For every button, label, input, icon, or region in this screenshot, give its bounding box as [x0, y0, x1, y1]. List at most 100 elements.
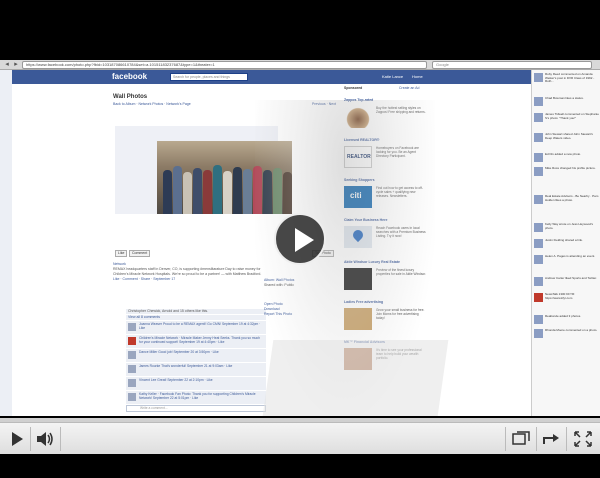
ticker-text: Realtonde added 3 photos. [545, 315, 582, 318]
realtor-logo[interactable]: REALTOR [344, 146, 372, 168]
map-pin-icon[interactable] [344, 226, 372, 248]
comment-text: Children's Miracle Network · Miracle Mak… [139, 336, 260, 344]
screen-size-icon[interactable] [510, 429, 532, 449]
ad-title[interactable]: Seeking Shoppers [344, 178, 429, 183]
photo-figure [243, 169, 252, 214]
photo-figure [183, 172, 192, 214]
ad-title[interactable]: Aktie Windsor Luxury Real Estate [344, 260, 429, 265]
ad-item[interactable]: Licensed REALTOR® REALTOR Homebuyers on … [344, 138, 429, 168]
report-photo-link[interactable]: Report This Photo [264, 312, 324, 317]
ticker-item[interactable]: Andrew Carter liked Sports and Twitter. [532, 276, 600, 292]
ad-image[interactable] [344, 268, 372, 290]
avatar[interactable] [534, 293, 543, 302]
separator [60, 427, 61, 451]
ad-title[interactable]: Licensed REALTOR® [344, 138, 429, 143]
ad-item[interactable]: Ladies Free advertising Grow your small … [344, 300, 429, 330]
avatar[interactable] [534, 167, 543, 176]
profile-link[interactable]: Katie Lance [382, 74, 403, 79]
facebook-search-input[interactable]: Search for people, places and things [170, 73, 248, 81]
laptop-overlay [262, 340, 449, 416]
avatar[interactable] [534, 255, 543, 264]
comment-text: Vincent Lee Great! September 22 at 2:10p… [139, 378, 213, 382]
avatar[interactable] [128, 365, 136, 373]
play-button[interactable] [274, 213, 326, 265]
share-icon[interactable] [540, 429, 562, 449]
group-photo[interactable] [157, 141, 292, 214]
address-bar[interactable]: https://www.facebook.com/photo.php?fbid=… [22, 61, 427, 69]
avatar[interactable] [128, 337, 136, 345]
separator [566, 427, 567, 451]
photo-pager[interactable]: Previous · Next [312, 102, 336, 106]
photo-figure [223, 171, 232, 214]
ticker-item[interactable]: Mike Ross changed his profile picture. [532, 166, 600, 182]
avatar[interactable] [534, 133, 543, 142]
write-comment-input[interactable]: Write a comment... [126, 405, 266, 412]
photo-figure [163, 170, 172, 214]
ad-title[interactable]: Zappos Top-rated [344, 98, 429, 103]
avatar[interactable] [534, 153, 543, 162]
ticker-item[interactable]: Chad Bowman likes a status. [532, 96, 600, 112]
ticker-item[interactable]: Kelly Way wrote on Jess Heywood's photo. [532, 222, 600, 238]
photo-figure [203, 170, 212, 214]
ticker-item[interactable]: Helen A. Pages is attending an event. [532, 254, 600, 270]
left-gutter [0, 70, 12, 416]
like-button[interactable]: Like [115, 250, 128, 257]
home-link[interactable]: Home [412, 74, 423, 79]
ticker-item[interactable]: NewsTalk 1300 KFYR: https://www.kfyr.com [532, 292, 600, 308]
caption-actions[interactable]: Like · Comment · Share · September 17 [113, 277, 263, 282]
ad-body: Grow your small business for free. Join … [376, 308, 425, 320]
ticker-text: Kelly Way wrote on Jess Heywood's photo. [545, 223, 593, 230]
privacy-label: Shared with: Public [264, 283, 294, 287]
avatar[interactable] [534, 113, 543, 122]
letterbox-top [0, 0, 600, 60]
facebook-logo[interactable]: facebook [112, 72, 147, 81]
avatar[interactable] [128, 393, 136, 401]
browser-search-input[interactable]: Google [432, 61, 592, 69]
ad-body: Reach Facebook users in local searches w… [376, 226, 426, 238]
ad-item[interactable]: Seeking Shoppers citi Find out how to ge… [344, 178, 429, 208]
ticker-text: Rhonda Moore commented on a photo. [545, 329, 598, 332]
ticker-item[interactable]: Justin Fielding shared a link. [532, 238, 600, 254]
create-ad-link[interactable]: Create an Ad [399, 86, 419, 91]
avatar[interactable] [534, 73, 543, 82]
avatar[interactable] [534, 239, 543, 248]
ad-item[interactable]: Zappos Top-rated Buy the hottest selling… [344, 98, 429, 128]
photo-figure [233, 167, 242, 214]
fullscreen-icon[interactable] [572, 429, 594, 449]
avatar[interactable] [534, 277, 543, 286]
avatar[interactable] [534, 223, 543, 232]
avatar[interactable] [128, 379, 136, 387]
photo-figure [273, 168, 282, 214]
ticker-item[interactable]: Ruby Reed commented on Amanda Weiker's p… [532, 72, 600, 88]
avatar[interactable] [128, 351, 136, 359]
ad-title[interactable]: Ladies Free advertising [344, 300, 429, 305]
ad-title[interactable]: Claim Your Business Here [344, 218, 429, 223]
avatar[interactable] [534, 329, 543, 338]
avatar[interactable] [534, 195, 543, 204]
ad-image[interactable] [344, 308, 372, 330]
ticker-item[interactable]: John Stewart shared John Stewart's Deep … [532, 132, 600, 148]
ticker-item[interactable]: James Tidwell commented on Stephanie S's… [532, 112, 600, 128]
ad-image[interactable] [344, 106, 372, 128]
forward-arrow-icon[interactable]: ▸ [12, 61, 20, 68]
ad-item[interactable]: Claim Your Business Here Reach Facebook … [344, 218, 429, 248]
comment-button[interactable]: Comment [129, 250, 151, 257]
ticker-text: Andrew Carter liked Sports and Twitter. [545, 277, 597, 280]
comment-item: Children's Miracle Network · Miracle Mak… [126, 335, 266, 348]
ticker-item[interactable]: Rhonda Moore commented on a photo. [532, 328, 600, 344]
avatar[interactable] [534, 97, 543, 106]
back-arrow-icon[interactable]: ◂ [3, 61, 11, 68]
citi-logo[interactable]: citi [344, 186, 372, 208]
likes-summary[interactable]: Christopher Chewick, Arnold and 15 other… [126, 309, 266, 314]
ticker-text: James Tidwell commented on Stephanie S's… [545, 113, 599, 120]
sponsored-heading: Sponsored [344, 86, 363, 90]
breadcrumb[interactable]: Back to Album · Network Photos · Network… [113, 102, 191, 106]
volume-icon[interactable] [34, 429, 56, 449]
photo-meta: Album: Wall Photos Shared with: Public O… [264, 278, 324, 317]
view-all-comments-link[interactable]: View all 8 comments [126, 315, 266, 320]
avatar[interactable] [534, 315, 543, 324]
play-control-icon[interactable] [6, 429, 28, 449]
avatar[interactable] [128, 323, 136, 331]
ad-item[interactable]: Aktie Windsor Luxury Real Estate Preview… [344, 260, 429, 290]
ticker-item[interactable]: Real Estate Advisors - Be Nearby · Pam H… [532, 194, 600, 210]
